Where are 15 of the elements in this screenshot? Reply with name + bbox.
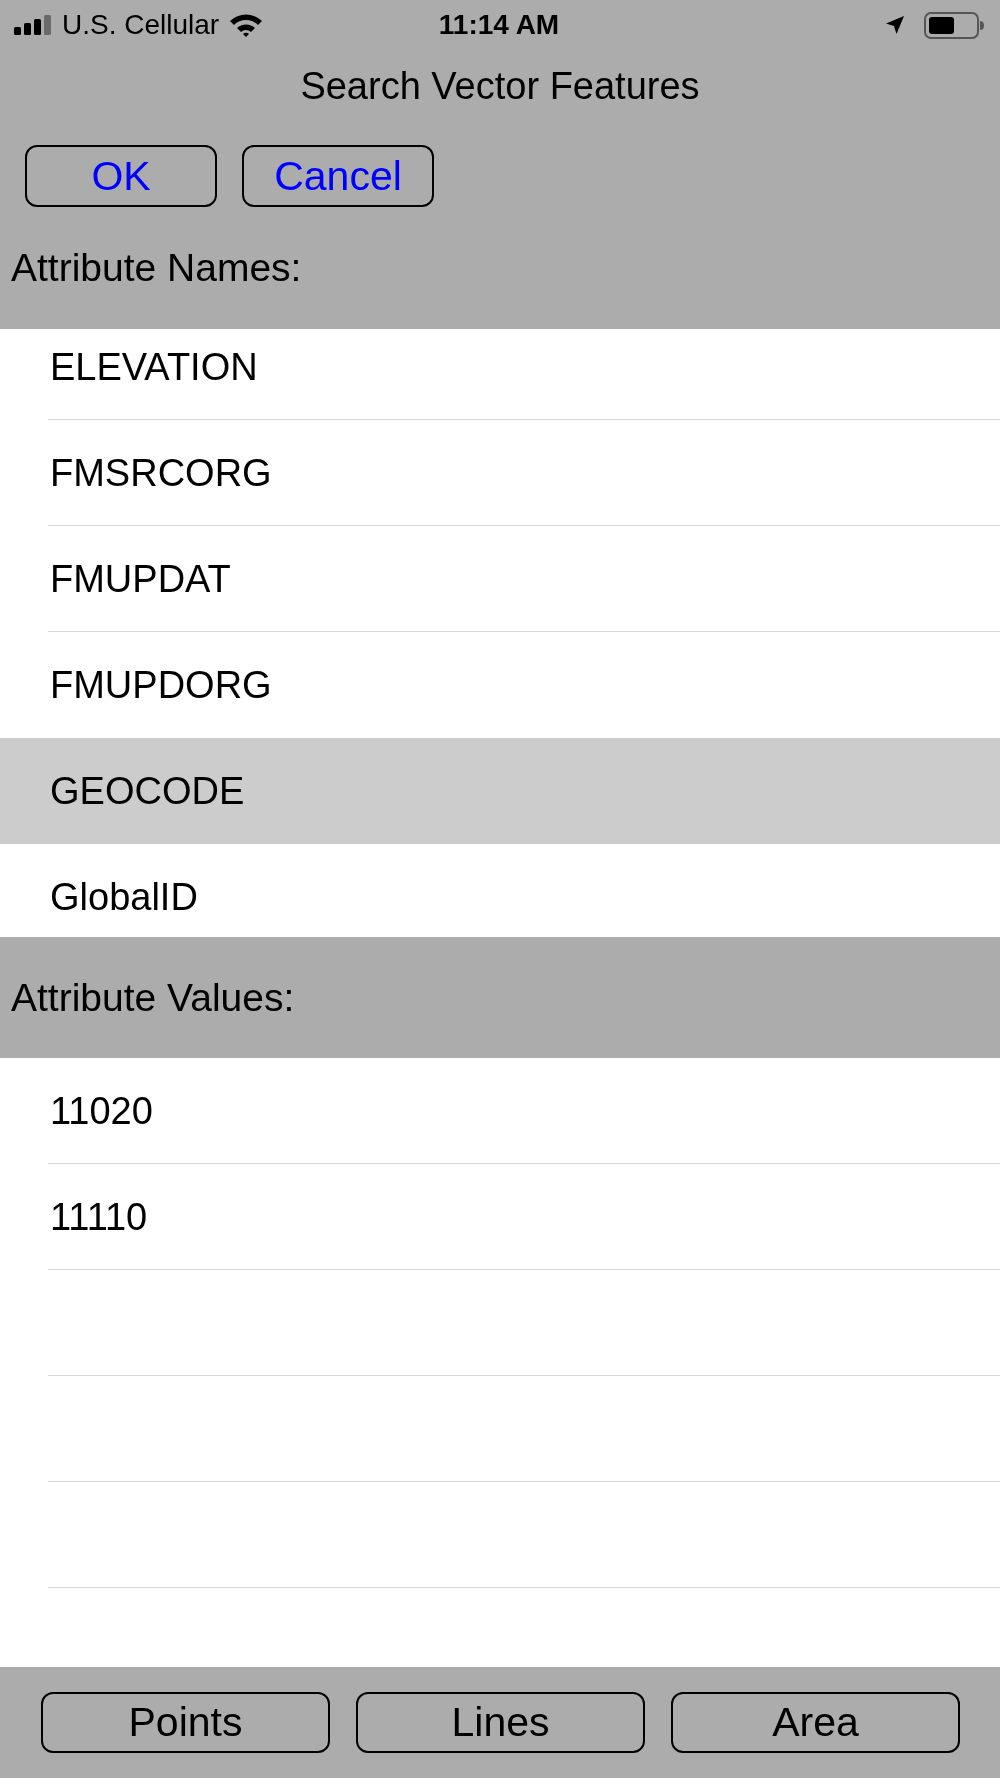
cancel-button[interactable]: Cancel [242, 145, 434, 207]
battery-icon [924, 11, 984, 39]
section-header: Attribute Values: [0, 937, 1000, 1058]
section-header: Attribute Names: [11, 246, 302, 290]
toolbar-button[interactable]: Points [41, 1692, 330, 1753]
clock-time: 11:14 AM [438, 9, 560, 41]
location-arrow-icon [886, 16, 904, 34]
wifi-icon [229, 13, 264, 37]
ok-button[interactable]: OK [25, 145, 217, 207]
signal-icon [14, 15, 52, 35]
toolbar-button[interactable]: Lines [356, 1692, 645, 1753]
screen-title: Search Vector Features [300, 64, 700, 108]
carrier-name: U.S. Cellular [62, 9, 220, 41]
toolbar-button[interactable]: Area [671, 1692, 960, 1753]
list-row[interactable]: GEOCODE [0, 738, 1000, 844]
